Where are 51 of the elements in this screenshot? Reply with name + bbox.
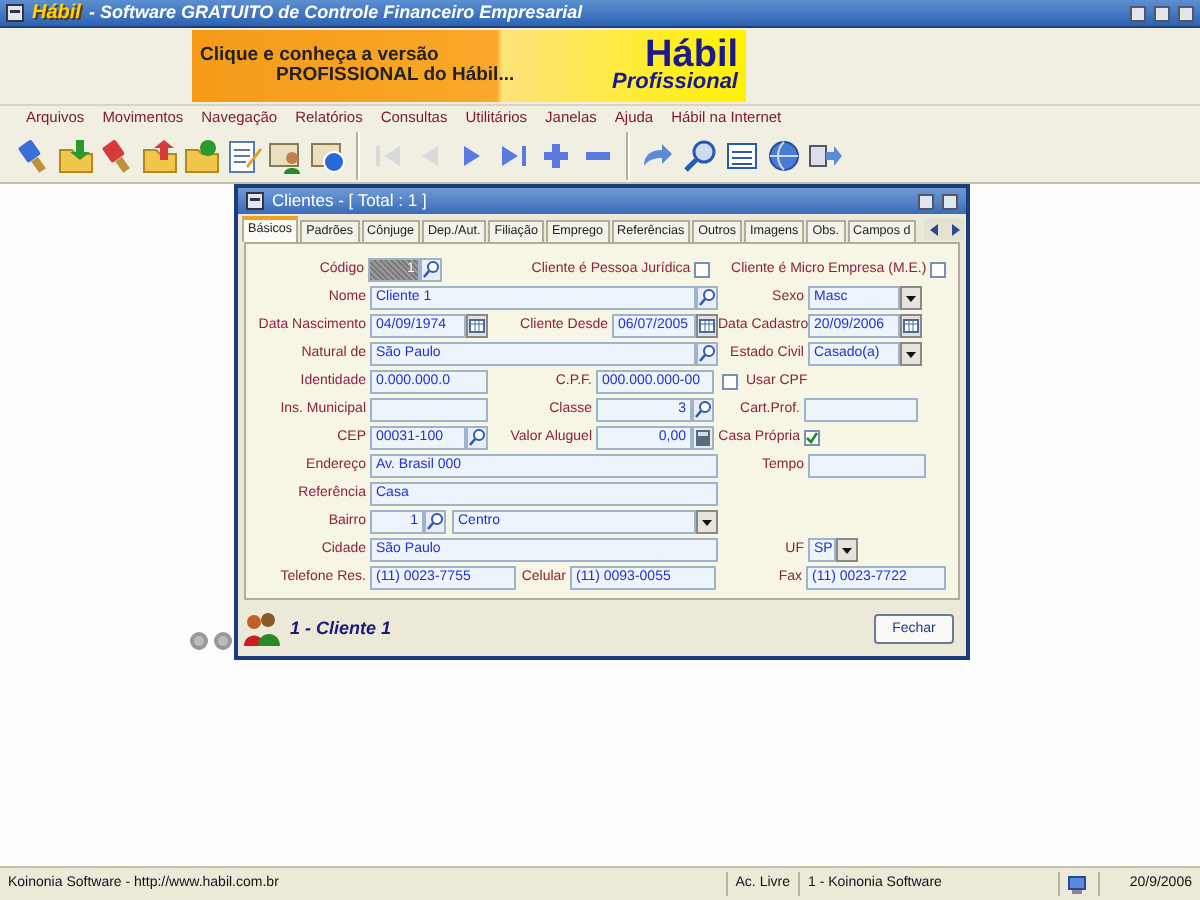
checkbox[interactable] [694,261,711,277]
calendar-icon[interactable] [696,313,718,337]
text-field[interactable] [808,453,926,477]
brush-icon[interactable] [16,137,52,173]
checkbox[interactable] [930,261,947,277]
check-icon [806,431,818,443]
notepad-icon[interactable] [226,137,262,173]
search-icon[interactable] [696,341,718,365]
checkbox[interactable] [804,429,820,445]
checkbox[interactable] [722,373,738,389]
banner-text: Clique e conheça a versão [200,45,441,66]
search-icon[interactable] [682,137,718,173]
text-field[interactable] [804,397,918,421]
globe-icon[interactable] [766,137,802,173]
advert-banner[interactable]: Clique e conheça a versão PROFISSIONAL do Hábil... Hábil Profissional [192,30,746,102]
scroll-right-icon[interactable] [949,223,959,235]
record-title: 1 - Cliente 1 [290,618,392,638]
text-field[interactable] [370,397,488,421]
window-menu-icon[interactable] [6,4,24,22]
scroll-left-icon[interactable] [929,223,939,235]
banner-text: PROFISSIONAL do Hábil... [274,66,517,87]
circle-icon [190,632,208,650]
app-logo: Hábil [32,3,81,23]
calendar-icon[interactable] [900,313,922,337]
monitor-icon [1068,875,1086,893]
banner-edition: Profissional [612,72,738,95]
search-icon[interactable] [466,425,488,449]
folder-icon[interactable] [142,137,178,173]
banner-brand: Hábil [645,37,738,73]
folder-icon[interactable] [184,137,220,173]
calculator-icon[interactable] [692,425,714,449]
search-icon[interactable] [692,397,714,421]
window-menu-icon[interactable] [246,192,264,210]
search-icon[interactable] [696,285,718,309]
folder-icon[interactable] [58,137,94,173]
people-icon [242,610,282,646]
card-globe-icon[interactable] [310,137,346,173]
person-card-icon[interactable] [268,137,304,173]
search-icon[interactable] [424,509,446,533]
minimize-button[interactable] [1130,5,1146,21]
restore-button[interactable] [918,193,934,209]
list-icon[interactable] [724,137,760,173]
dialog-title: Clientes - [ Total : 1 ] [272,192,429,210]
close-button[interactable] [942,193,958,209]
circle-icon [214,632,232,650]
calendar-icon[interactable] [466,313,488,337]
close-button[interactable] [1178,5,1194,21]
brush-icon[interactable] [100,137,136,173]
restore-button[interactable] [1154,5,1170,21]
window-title: - Software GRATUITO de Controle Financeiro Empresarial [88,4,585,22]
search-icon[interactable] [420,257,443,281]
